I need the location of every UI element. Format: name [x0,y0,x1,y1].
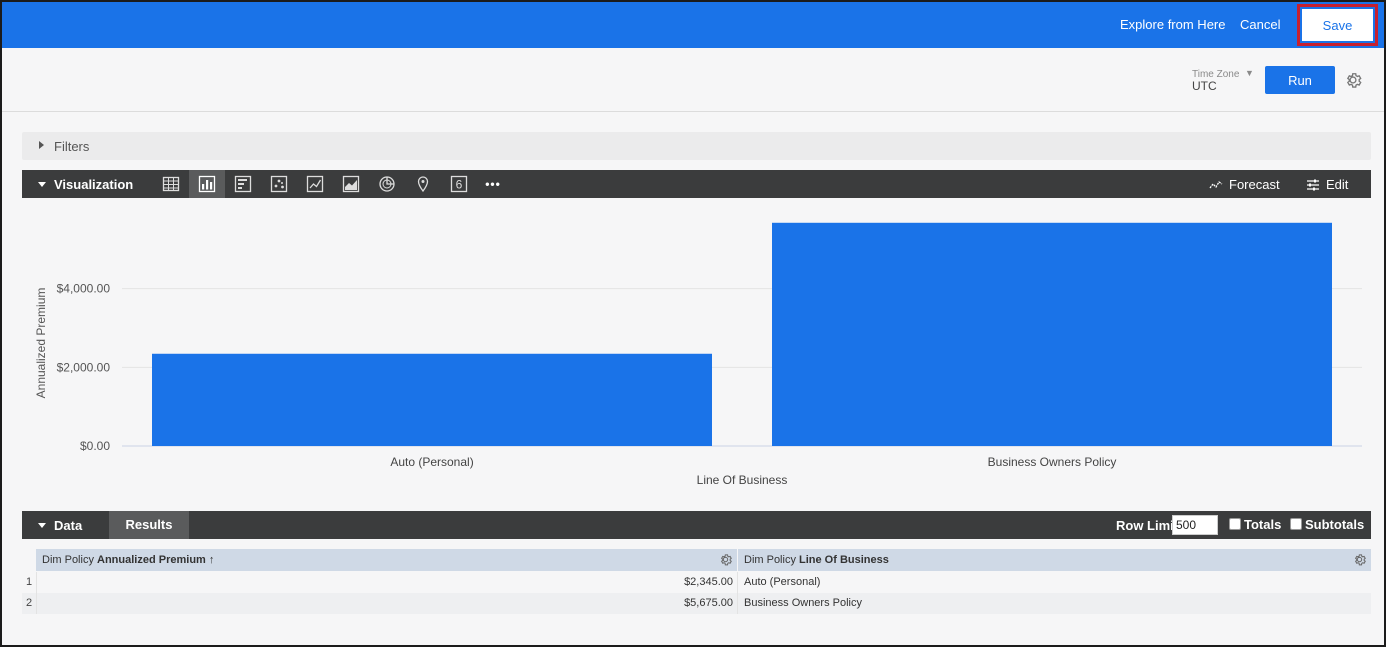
y-axis-label: Annualized Premium [34,288,48,399]
gear-icon[interactable] [1352,552,1367,567]
sort-asc-icon: ↑ [208,554,215,566]
column-prefix: Dim Policy [744,554,796,566]
top-bar: Explore from Here Cancel Save [2,2,1384,48]
gear-icon[interactable] [718,552,733,567]
row-limit-label: Row Limit [1116,518,1179,533]
cell-premium[interactable]: $5,675.00 [36,593,737,614]
edit-button[interactable]: Edit [1307,177,1349,192]
column-name: Annualized Premium [97,554,206,566]
filters-bar[interactable]: Filters [22,132,1371,160]
area-chart-icon[interactable] [333,170,369,198]
pie-chart-icon[interactable] [369,170,405,198]
single-value-glyph: 6 [456,178,463,192]
row-limit-input[interactable] [1172,515,1218,535]
data-bar: Data Results Row Limit Totals Subtotals [22,511,1371,539]
timezone-select[interactable]: UTC [1192,79,1217,93]
explore-from-here-link[interactable]: Explore from Here [1120,17,1225,32]
forecast-button[interactable]: Forecast [1209,177,1280,192]
more-glyph: ••• [485,177,501,191]
map-pin-icon[interactable] [405,170,441,198]
chart-area: $0.00 $2,000.00 $4,000.00 Auto (Personal) Bu… [22,200,1371,505]
bar[interactable] [152,353,712,446]
bar-chart-icon[interactable] [189,170,225,198]
subtotals-checkbox[interactable] [1290,518,1302,530]
y-tick-label: $0.00 [80,439,110,453]
scatter-icon[interactable] [261,170,297,198]
column-prefix: Dim Policy [42,554,94,566]
query-toolbar: Time Zone ▼ UTC Run [2,48,1384,112]
save-highlight: Save [1297,4,1378,46]
filters-label: Filters [54,139,90,154]
table-row: 1 $2,345.00 Auto (Personal) [22,572,1371,593]
more-icon[interactable]: ••• [475,170,511,198]
table-row: 2 $5,675.00 Business Owners Policy [22,593,1371,614]
chevron-down-icon[interactable]: ▼ [1245,68,1254,78]
y-tick-label: $2,000.00 [57,360,111,374]
x-axis-label: Line Of Business [697,473,788,487]
table-header: Dim Policy Annualized Premium ↑ Dim Poli… [22,549,1371,571]
totals-label: Totals [1244,517,1282,532]
caret-down-icon[interactable] [38,182,46,187]
visualization-bar: Visualization 6 ••• Forecast Edit [22,170,1371,198]
column-name: Line Of Business [799,554,889,566]
totals-checkbox[interactable] [1229,518,1241,530]
x-tick-label: Business Owners Policy [988,455,1117,469]
cancel-link[interactable]: Cancel [1240,17,1280,32]
row-index: 1 [25,576,33,588]
table-icon[interactable] [153,170,189,198]
sliders-icon [1307,179,1319,191]
bar-chart: $0.00 $2,000.00 $4,000.00 Auto (Personal) Bu… [34,222,1362,487]
single-value-icon[interactable]: 6 [441,170,477,198]
run-button[interactable]: Run [1265,66,1335,94]
subtotals-label: Subtotals [1305,517,1365,532]
line-chart-icon[interactable] [297,170,333,198]
column-header-lob[interactable]: Dim Policy Line Of Business [738,549,1371,571]
caret-right-icon [39,141,44,149]
data-tab[interactable]: Data [54,518,82,533]
column-chart-icon[interactable] [225,170,261,198]
forecast-label: Forecast [1229,177,1280,192]
save-button[interactable]: Save [1302,9,1373,41]
row-index: 2 [25,597,33,609]
gear-icon[interactable] [1343,70,1363,90]
cell-premium[interactable]: $2,345.00 [36,572,737,593]
bar[interactable] [772,222,1332,446]
edit-label: Edit [1326,177,1349,192]
caret-down-icon[interactable] [38,523,46,528]
column-header-premium[interactable]: Dim Policy Annualized Premium ↑ [36,549,737,571]
cell-lob[interactable]: Business Owners Policy [737,593,1371,614]
forecast-icon [1209,181,1223,189]
x-tick-label: Auto (Personal) [390,455,473,469]
app-window: Explore from Here Cancel Save Time Zone … [0,0,1386,647]
cell-lob[interactable]: Auto (Personal) [737,572,1371,593]
results-tab[interactable]: Results [109,511,189,539]
y-tick-label: $4,000.00 [57,282,111,296]
visualization-label[interactable]: Visualization [54,177,133,192]
